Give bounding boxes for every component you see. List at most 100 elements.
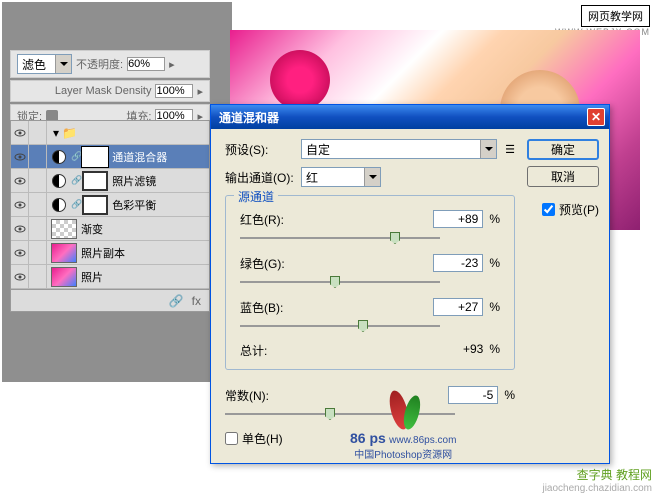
layer-row-photo[interactable]: 照片 xyxy=(11,265,209,289)
layer-row-group[interactable]: ▾ 📁 xyxy=(11,121,209,145)
green-input[interactable] xyxy=(433,254,483,272)
visibility-toggle[interactable] xyxy=(11,193,29,217)
cancel-label: 取消 xyxy=(551,168,575,185)
fx-icon[interactable]: fx xyxy=(192,294,201,308)
watermark-bottom-right: 查字典 教程网 jiaocheng.chazidian.com xyxy=(542,466,652,494)
layers-footer: 🔗 fx xyxy=(11,289,209,311)
constant-slider-row: 常数(N): % xyxy=(225,386,515,422)
link-column xyxy=(29,265,47,289)
constant-slider[interactable] xyxy=(225,406,515,422)
green-slider-row: 绿色(G): % xyxy=(240,254,500,290)
layer-name: 色彩平衡 xyxy=(112,197,156,213)
link-column xyxy=(29,241,47,265)
mask-density-input[interactable] xyxy=(155,84,193,98)
total-label: 总计: xyxy=(240,342,463,359)
preview-label: 预览(P) xyxy=(559,201,599,218)
constant-label: 常数(N): xyxy=(225,387,448,404)
folder-icon: ▾ 📁 xyxy=(53,126,77,140)
close-button[interactable]: ✕ xyxy=(587,108,605,126)
red-label: 红色(R): xyxy=(240,211,433,228)
layers-panel-options: 滤色 不透明度: ▸ Layer Mask Density ▸ 锁定: 填充: … xyxy=(10,50,210,128)
percent-label: % xyxy=(489,300,500,314)
adjustment-icon xyxy=(49,147,69,167)
blue-label: 蓝色(B): xyxy=(240,299,433,316)
preset-menu-icon[interactable]: ☰ xyxy=(505,143,515,156)
opacity-input[interactable] xyxy=(127,57,165,71)
visibility-toggle[interactable] xyxy=(11,241,29,265)
link-column xyxy=(29,193,47,217)
layer-thumb[interactable] xyxy=(51,267,77,287)
constant-input[interactable] xyxy=(448,386,498,404)
link-icon: 🔗 xyxy=(71,175,82,186)
percent-label: % xyxy=(504,388,515,402)
preset-label: 预设(S): xyxy=(225,141,297,158)
preview-checkbox-row: 预览(P) xyxy=(542,201,599,218)
visibility-toggle[interactable] xyxy=(11,169,29,193)
source-legend: 源通道 xyxy=(234,188,278,205)
layer-name: 照片 xyxy=(81,269,103,285)
link-column xyxy=(29,217,47,241)
output-channel-label: 输出通道(O): xyxy=(225,169,297,186)
preview-checkbox[interactable] xyxy=(542,203,555,216)
adjustment-icon xyxy=(49,195,69,215)
preset-value: 自定 xyxy=(306,141,330,158)
opacity-label: 不透明度: xyxy=(76,56,123,72)
green-label: 绿色(G): xyxy=(240,255,433,272)
link-icon: 🔗 xyxy=(71,151,82,162)
layer-row-photo-copy[interactable]: 照片副本 xyxy=(11,241,209,265)
layer-row-color-balance[interactable]: 🔗 色彩平衡 xyxy=(11,193,209,217)
blue-slider[interactable] xyxy=(240,318,500,334)
total-value: +93 xyxy=(463,342,483,359)
layer-row-photo-filter[interactable]: 🔗 照片滤镜 xyxy=(11,169,209,193)
visibility-toggle[interactable] xyxy=(11,217,29,241)
total-row: 总计: +93 % xyxy=(240,342,500,359)
red-input[interactable] xyxy=(433,210,483,228)
mask-density-label: Layer Mask Density xyxy=(55,85,152,97)
monochrome-row: 单色(H) xyxy=(225,430,599,447)
visibility-toggle[interactable] xyxy=(11,265,29,289)
channel-mixer-dialog: 通道混和器 ✕ 确定 取消 预览(P) 预设(S): 自定 ☰ 输出通道(O):… xyxy=(210,104,610,464)
adjustment-icon xyxy=(49,171,69,191)
green-slider[interactable] xyxy=(240,274,500,290)
layer-mask-thumb[interactable] xyxy=(82,147,108,167)
layer-mask-thumb[interactable] xyxy=(82,171,108,191)
layer-name: 通道混合器 xyxy=(112,149,167,165)
ok-button[interactable]: 确定 xyxy=(527,139,599,160)
chevron-right-icon[interactable]: ▸ xyxy=(169,58,175,71)
link-icon: 🔗 xyxy=(71,199,82,210)
ok-label: 确定 xyxy=(551,141,575,158)
chevron-down-icon xyxy=(55,55,71,73)
layer-name: 照片副本 xyxy=(81,245,125,261)
monochrome-label: 单色(H) xyxy=(242,430,283,447)
blue-input[interactable] xyxy=(433,298,483,316)
preset-select[interactable]: 自定 xyxy=(301,139,497,159)
blend-mode-select[interactable]: 滤色 xyxy=(17,54,72,74)
visibility-toggle[interactable] xyxy=(11,145,29,169)
watermark-br-url: jiaocheng.chazidian.com xyxy=(542,483,652,494)
layers-list: ▾ 📁 🔗 通道混合器 🔗 照片滤镜 🔗 色彩平衡 渐变 照片副本 xyxy=(10,120,210,312)
dialog-title: 通道混和器 xyxy=(219,109,279,126)
source-channels-group: 源通道 红色(R): % 绿色(G): % 蓝色(B) xyxy=(225,195,515,370)
chevron-down-icon xyxy=(364,168,380,186)
link-icon[interactable]: 🔗 xyxy=(169,294,184,308)
layer-mask-thumb[interactable] xyxy=(82,195,108,215)
layer-thumb[interactable] xyxy=(51,219,77,239)
visibility-toggle[interactable] xyxy=(11,121,29,145)
layer-row-gradient[interactable]: 渐变 xyxy=(11,217,209,241)
watermark-br-title: 查字典 教程网 xyxy=(542,466,652,483)
red-slider-row: 红色(R): % xyxy=(240,210,500,246)
layer-row-channel-mixer[interactable]: 🔗 通道混合器 xyxy=(11,145,209,169)
monochrome-checkbox[interactable] xyxy=(225,432,238,445)
percent-label: % xyxy=(489,212,500,226)
blend-mode-value: 滤色 xyxy=(22,56,46,73)
cancel-button[interactable]: 取消 xyxy=(527,166,599,187)
layer-thumb[interactable] xyxy=(51,243,77,263)
red-slider[interactable] xyxy=(240,230,500,246)
dialog-buttons: 确定 取消 预览(P) xyxy=(527,139,599,218)
output-channel-select[interactable]: 红 xyxy=(301,167,381,187)
chevron-down-icon xyxy=(480,140,496,158)
layer-name: 照片滤镜 xyxy=(112,173,156,189)
blue-slider-row: 蓝色(B): % xyxy=(240,298,500,334)
chevron-right-icon[interactable]: ▸ xyxy=(197,85,203,98)
dialog-titlebar[interactable]: 通道混和器 ✕ xyxy=(211,105,609,129)
